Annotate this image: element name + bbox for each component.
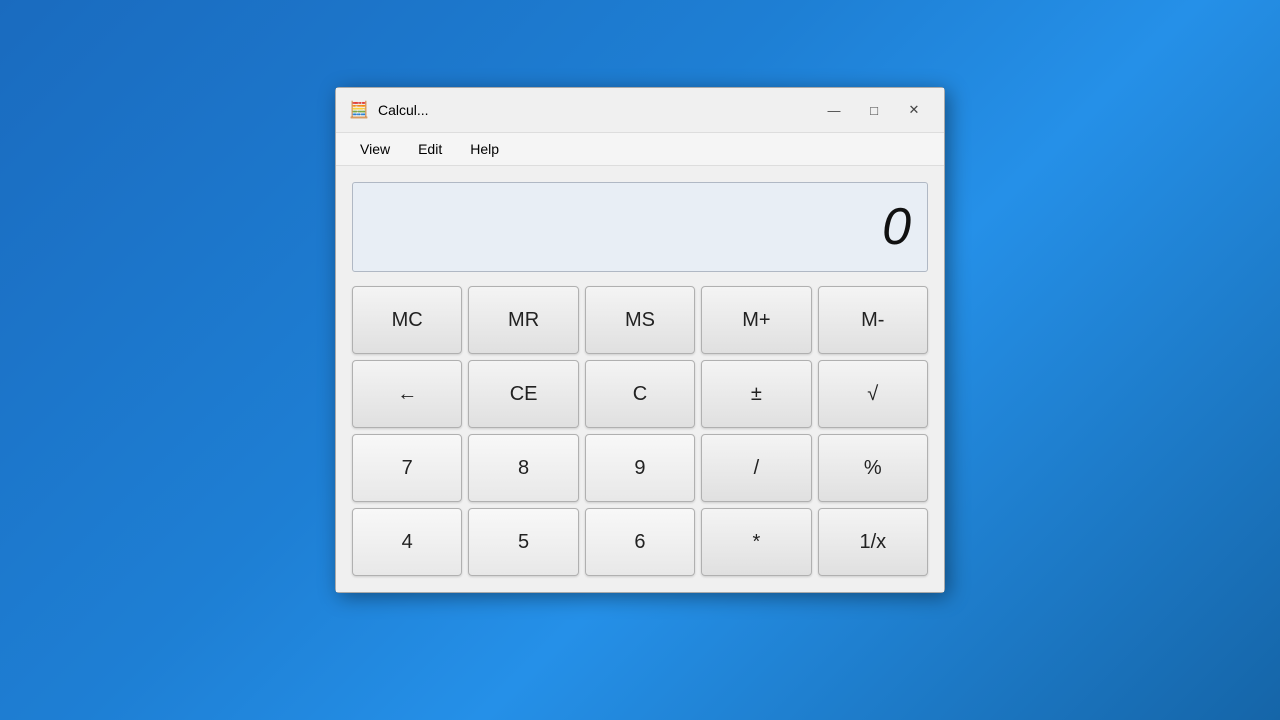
maximize-button[interactable]: □ [856, 96, 892, 124]
button-mminus[interactable]: M- [818, 286, 928, 354]
button-backspace[interactable]: ← [352, 360, 462, 428]
button-mr[interactable]: MR [468, 286, 578, 354]
memory-row: MC MR MS M+ M- [352, 286, 928, 354]
display-value: 0 [882, 197, 911, 257]
button-c[interactable]: C [585, 360, 695, 428]
button-5[interactable]: 5 [468, 508, 578, 576]
button-7[interactable]: 7 [352, 434, 462, 502]
button-reciprocal[interactable]: 1/x [818, 508, 928, 576]
row-456: 4 5 6 * 1/x [352, 508, 928, 576]
button-sqrt[interactable]: √ [818, 360, 928, 428]
button-grid: MC MR MS M+ M- ← CE C ± √ 7 8 9 / % [352, 286, 928, 576]
row-789: 7 8 9 / % [352, 434, 928, 502]
app-icon: 🧮 [348, 99, 370, 121]
button-8[interactable]: 8 [468, 434, 578, 502]
minimize-button[interactable]: — [816, 96, 852, 124]
button-plusminus[interactable]: ± [701, 360, 811, 428]
calculator-window: 🧮 Calcul... — □ ✕ View Edit Help 0 MC MR… [335, 87, 945, 593]
button-divide[interactable]: / [701, 434, 811, 502]
menu-bar: View Edit Help [336, 133, 944, 166]
calculator-display: 0 [352, 182, 928, 272]
button-9[interactable]: 9 [585, 434, 695, 502]
menu-help[interactable]: Help [458, 137, 511, 161]
ops-row: ← CE C ± √ [352, 360, 928, 428]
button-mplus[interactable]: M+ [701, 286, 811, 354]
title-bar: 🧮 Calcul... — □ ✕ [336, 88, 944, 133]
button-4[interactable]: 4 [352, 508, 462, 576]
close-button[interactable]: ✕ [896, 96, 932, 124]
window-title: Calcul... [378, 102, 808, 118]
button-6[interactable]: 6 [585, 508, 695, 576]
calculator-body: 0 MC MR MS M+ M- ← CE C ± √ 7 [336, 166, 944, 592]
button-multiply[interactable]: * [701, 508, 811, 576]
menu-view[interactable]: View [348, 137, 402, 161]
window-controls: — □ ✕ [816, 96, 932, 124]
button-percent[interactable]: % [818, 434, 928, 502]
button-ce[interactable]: CE [468, 360, 578, 428]
button-mc[interactable]: MC [352, 286, 462, 354]
button-ms[interactable]: MS [585, 286, 695, 354]
menu-edit[interactable]: Edit [406, 137, 454, 161]
